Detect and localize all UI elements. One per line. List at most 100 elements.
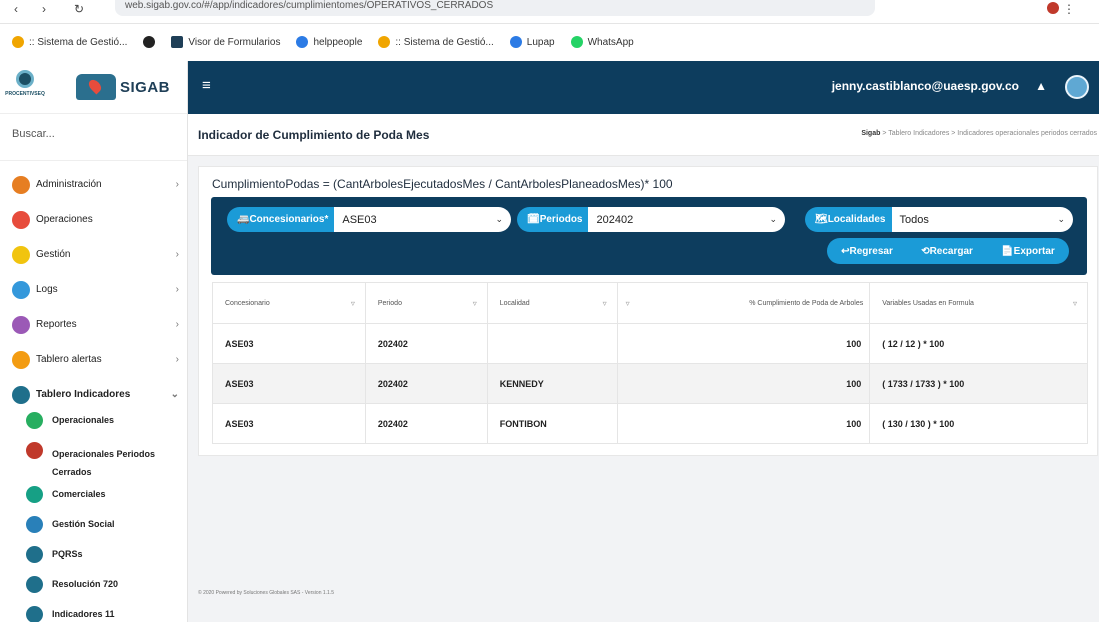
comerciales-icon <box>26 486 43 503</box>
user-avatar[interactable] <box>1065 75 1089 99</box>
filter-icon[interactable]: ▿ <box>1073 299 1077 308</box>
brand-header: PROCENTIVSEQ SIGAB <box>0 61 187 114</box>
sidebar-item-tablero-alertas[interactable]: Tablero alertas › <box>0 342 187 377</box>
procentivseq-logo[interactable]: PROCENTIVSEQ <box>5 70 45 104</box>
bookmark-whatsapp[interactable]: WhatsApp <box>570 36 634 48</box>
sidebar-item-gestion[interactable]: Gestión › <box>0 237 187 272</box>
sidebar-subitem-comerciales[interactable]: Comerciales <box>0 486 187 516</box>
col-localidad[interactable]: Localidad ▿ <box>486 282 618 324</box>
page-header: Indicador de Cumplimiento de Poda Mes Si… <box>188 114 1099 156</box>
regresar-button[interactable]: ↩Regresar <box>841 246 893 257</box>
sidebar-search[interactable]: Buscar... <box>0 114 187 161</box>
localidad-label: 🗺Localidades <box>805 207 892 232</box>
sidebar-item-reportes[interactable]: Reportes › <box>0 307 187 342</box>
lupap-icon <box>509 36 522 48</box>
bookmarks-bar: :: Sistema de Gestió... Visor de Formula… <box>0 30 1099 54</box>
periodo-select[interactable]: 202402 ⌄ <box>588 207 785 232</box>
sidebar-subitem-operacionales[interactable]: Operacionales <box>0 412 187 442</box>
cell-variables: ( 1733 / 1733 ) * 100 <box>869 363 1088 404</box>
chevron-down-icon: ⌄ <box>170 389 179 400</box>
sidebar-item-operaciones[interactable]: Operaciones <box>0 202 187 237</box>
localidad-filter: 🗺Localidades Todos ⌄ <box>805 207 1073 232</box>
admin-icon <box>12 175 30 194</box>
concesionario-select[interactable]: ASE03 ⌄ <box>334 207 511 232</box>
periodo-label: 🗓Periodos <box>517 207 589 232</box>
sidebar-subitem-operacionales-cerrados[interactable]: Operacionales Periodos Cerrados <box>0 442 187 486</box>
footer-text: © 2020 Powered by Soluciones Globales SA… <box>198 590 334 596</box>
sidebar-item-tablero-indicadores[interactable]: Tablero Indicadores ⌄ <box>0 377 187 412</box>
bell-icon[interactable]: ▲ <box>1035 79 1047 93</box>
filter-icon[interactable]: ▿ <box>603 299 607 308</box>
sidebar-subitem-indicadores-11[interactable]: Indicadores 11 <box>0 606 187 622</box>
chevron-right-icon: › <box>175 319 179 330</box>
bookmark-blank[interactable] <box>143 36 156 48</box>
bookmark-sistema-gestion-2[interactable]: :: Sistema de Gestió... <box>378 36 494 48</box>
chevron-down-icon: ⌄ <box>495 214 503 224</box>
sidebar-subitem-pqrss[interactable]: PQRSs <box>0 546 187 576</box>
back-icon[interactable]: ‹ <box>14 2 18 16</box>
bookmark-sistema-gestion[interactable]: :: Sistema de Gestió... <box>12 36 127 48</box>
breadcrumb-root[interactable]: Sigab <box>861 130 880 137</box>
sidebar-subitem-resolucion-720[interactable]: Resolución 720 <box>0 576 187 606</box>
table-row[interactable]: ASE03 202402 FONTIBON 100 ( 130 / 130 ) … <box>212 403 1088 444</box>
bookmark-visor-formularios[interactable]: Visor de Formularios <box>171 36 280 48</box>
pqrs-icon <box>26 546 43 563</box>
chevron-right-icon: › <box>175 249 179 260</box>
truck-icon <box>76 74 116 100</box>
indicators-icon <box>12 385 30 404</box>
cell-periodo: 202402 <box>364 323 488 364</box>
profile-avatar[interactable] <box>1047 2 1059 14</box>
sidebar-subitem-gestion-social[interactable]: Gestión Social <box>0 516 187 546</box>
address-bar[interactable]: web.sigab.gov.co/#/app/indicadores/cumpl… <box>115 0 875 16</box>
hamburger-menu-icon[interactable]: ≡ <box>202 77 211 94</box>
page-title: Indicador de Cumplimiento de Poda Mes <box>198 128 430 142</box>
sigab-logo[interactable]: SIGAB <box>76 74 170 100</box>
col-variables[interactable]: Variables Usadas en Formula ▿ <box>869 282 1088 324</box>
filters-panel: 🚐Concesionarios* ASE03 ⌄ 🗓Periodos 202402… <box>211 197 1087 275</box>
filter-icon[interactable]: ▿ <box>473 299 477 308</box>
chevron-right-icon: › <box>175 354 179 365</box>
results-table: Concesionario ▿ Periodo ▿ Localidad ▿ ▿% Cu… <box>212 282 1088 444</box>
sidebar-item-administracion[interactable]: Administración › <box>0 167 187 202</box>
filter-icon[interactable]: ▿ <box>351 299 355 308</box>
concesionario-label: 🚐Concesionarios* <box>227 207 335 232</box>
sidebar-menu: Administración › Operaciones Gestión › Log… <box>0 161 187 622</box>
formula-text: CumplimientoPodas = (CantArbolesEjecutad… <box>212 177 673 191</box>
col-cumplimiento[interactable]: ▿% Cumplimiento de Poda de Arboles <box>616 282 871 324</box>
table-header-row: Concesionario ▿ Periodo ▿ Localidad ▿ ▿% Cu… <box>212 282 1088 324</box>
cloud-icon <box>296 36 309 48</box>
browser-actions-icon[interactable]: ⋮ <box>1063 2 1089 16</box>
recargar-button[interactable]: ⟲Recargar <box>921 246 973 257</box>
whatsapp-icon <box>570 36 583 48</box>
table-row[interactable]: ASE03 202402 KENNEDY 100 ( 1733 / 1733 )… <box>212 363 1088 404</box>
exportar-button[interactable]: 📄Exportar <box>1001 246 1055 257</box>
top-bar: ≡ jenny.castiblanco@uaesp.gov.co ▲ <box>188 61 1099 114</box>
user-email[interactable]: jenny.castiblanco@uaesp.gov.co <box>832 79 1019 93</box>
cell-cumplimiento: 100 <box>616 363 871 404</box>
bookmark-lupap[interactable]: Lupap <box>509 36 555 48</box>
bookmark-helppeople[interactable]: helppeople <box>296 36 362 48</box>
breadcrumb-path: > Tablero Indicadores > Indicadores oper… <box>880 130 1097 137</box>
forward-icon[interactable]: › <box>42 2 46 16</box>
concesionario-filter: 🚐Concesionarios* ASE03 ⌄ <box>227 207 511 232</box>
col-periodo[interactable]: Periodo ▿ <box>364 282 488 324</box>
cell-localidad: FONTIBON <box>486 403 618 444</box>
table-row[interactable]: ASE03 202402 100 ( 12 / 12 ) * 100 <box>212 323 1088 364</box>
filter-icon[interactable]: ▿ <box>626 299 630 308</box>
cell-localidad <box>486 323 618 364</box>
cell-variables: ( 12 / 12 ) * 100 <box>869 323 1088 364</box>
cell-concesionario: ASE03 <box>212 363 366 404</box>
indicator-card: CumplimientoPodas = (CantArbolesEjecutad… <box>198 166 1098 456</box>
col-concesionario[interactable]: Concesionario ▿ <box>212 282 366 324</box>
sidebar-item-logs[interactable]: Logs › <box>0 272 187 307</box>
cell-periodo: 202402 <box>364 363 488 404</box>
bookmark-icon <box>378 36 391 48</box>
alerts-icon <box>12 350 30 369</box>
localidad-select[interactable]: Todos ⌄ <box>891 207 1073 232</box>
chevron-down-icon: ⌄ <box>769 214 777 224</box>
reload-icon[interactable]: ↻ <box>74 2 84 16</box>
chevron-right-icon: › <box>175 179 179 190</box>
cell-cumplimiento: 100 <box>616 323 871 364</box>
reports-icon <box>12 315 30 334</box>
browser-url-bar: ‹ › ↻ web.sigab.gov.co/#/app/indicadores… <box>0 0 1099 24</box>
